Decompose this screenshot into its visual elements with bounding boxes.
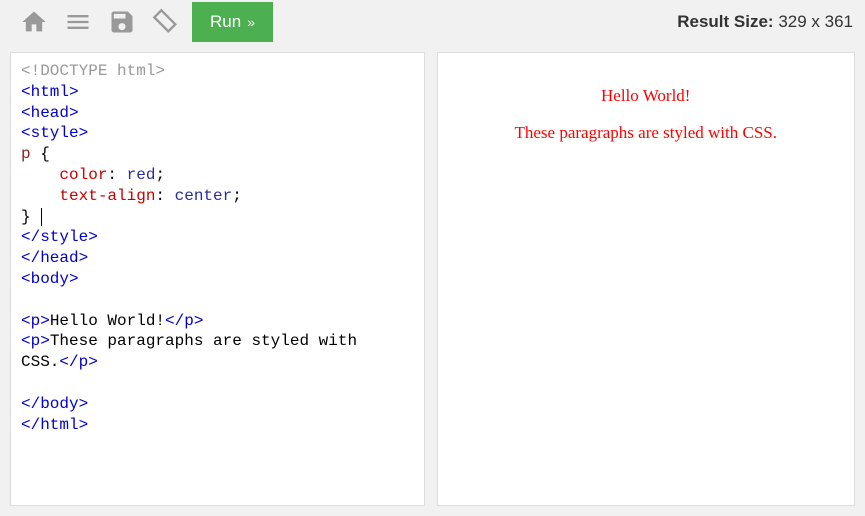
panes: <!DOCTYPE html> <html> <head> <style> p … [0, 44, 865, 516]
menu-button[interactable] [56, 0, 100, 44]
menu-icon [64, 8, 92, 36]
result-size-label: Result Size: [677, 12, 773, 31]
run-button[interactable]: Run » [192, 2, 273, 42]
save-icon [108, 8, 136, 36]
preview-paragraph: These paragraphs are styled with CSS. [450, 123, 843, 143]
home-icon [20, 8, 48, 36]
code-editor[interactable]: <!DOCTYPE html> <html> <head> <style> p … [10, 52, 425, 506]
preview-paragraph: Hello World! [450, 86, 843, 106]
run-label: Run [210, 12, 241, 32]
text-cursor [41, 208, 42, 226]
home-button[interactable] [12, 0, 56, 44]
toolbar: Run » Result Size: 329 x 361 [0, 0, 865, 44]
result-size: Result Size: 329 x 361 [677, 12, 857, 32]
preview-pane: Hello World! These paragraphs are styled… [437, 52, 856, 506]
result-size-value: 329 x 361 [778, 12, 853, 31]
rotate-icon [152, 8, 180, 36]
run-arrow-icon: » [247, 14, 255, 30]
rotate-button[interactable] [144, 0, 188, 44]
save-button[interactable] [100, 0, 144, 44]
